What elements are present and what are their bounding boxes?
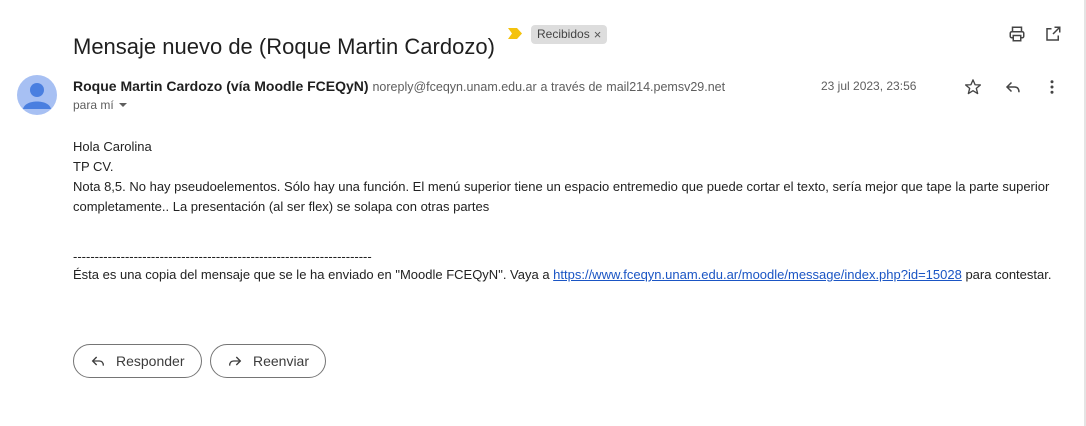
message-body: Hola Carolina TP CV. Nota 8,5. No hay ps… <box>73 137 1063 217</box>
via-link[interactable]: a través de <box>541 80 603 94</box>
star-icon[interactable] <box>962 76 984 98</box>
reply-button[interactable]: Responder <box>73 344 202 378</box>
body-line: Hola Carolina <box>73 139 152 154</box>
recipient-details-toggle[interactable]: para mí <box>73 98 128 112</box>
remove-label-icon[interactable]: × <box>594 25 602 44</box>
print-icon[interactable] <box>1006 23 1028 45</box>
moodle-message-link[interactable]: https://www.fceqyn.unam.edu.ar/moodle/me… <box>553 267 962 282</box>
message-date: 23 jul 2023, 23:56 <box>821 79 917 93</box>
body-line: Nota 8,5. No hay pseudoelementos. Sólo h… <box>73 179 1050 214</box>
body-line: TP CV. <box>73 159 114 174</box>
sender-email: noreply@fceqyn.unam.edu.ar <box>372 80 537 94</box>
open-in-new-window-icon[interactable] <box>1042 23 1064 45</box>
reply-button-label: Responder <box>116 353 185 369</box>
sender-line: Roque Martin Cardozo (vía Moodle FCEQyN)… <box>73 78 725 94</box>
label-chip-text: Recibidos <box>537 27 590 41</box>
reply-icon <box>91 356 104 366</box>
more-vert-icon[interactable] <box>1041 76 1063 98</box>
forward-button-label: Reenviar <box>252 353 309 369</box>
chevron-down-icon <box>118 103 127 107</box>
via-domain: mail214.pemsv29.net <box>606 80 726 94</box>
importance-marker-icon[interactable] <box>508 28 522 39</box>
forward-icon <box>228 356 242 366</box>
avatar[interactable] <box>17 75 57 115</box>
email-subject: Mensaje nuevo de (Roque Martin Cardozo) <box>73 33 495 59</box>
sender-name[interactable]: Roque Martin Cardozo (vía Moodle FCEQyN) <box>73 78 369 94</box>
recipient-label: para mí <box>73 98 114 112</box>
label-chip-inbox: Recibidos × <box>531 25 608 44</box>
reply-icon[interactable] <box>1002 76 1024 98</box>
footer-prefix: Ésta es una copia del mensaje que se le … <box>73 267 554 282</box>
signature-separator: ----------------------------------------… <box>73 249 372 264</box>
footer-text: Ésta es una copia del mensaje que se le … <box>73 267 1051 282</box>
forward-button[interactable]: Reenviar <box>210 344 326 378</box>
footer-suffix: para contestar. <box>961 267 1052 282</box>
